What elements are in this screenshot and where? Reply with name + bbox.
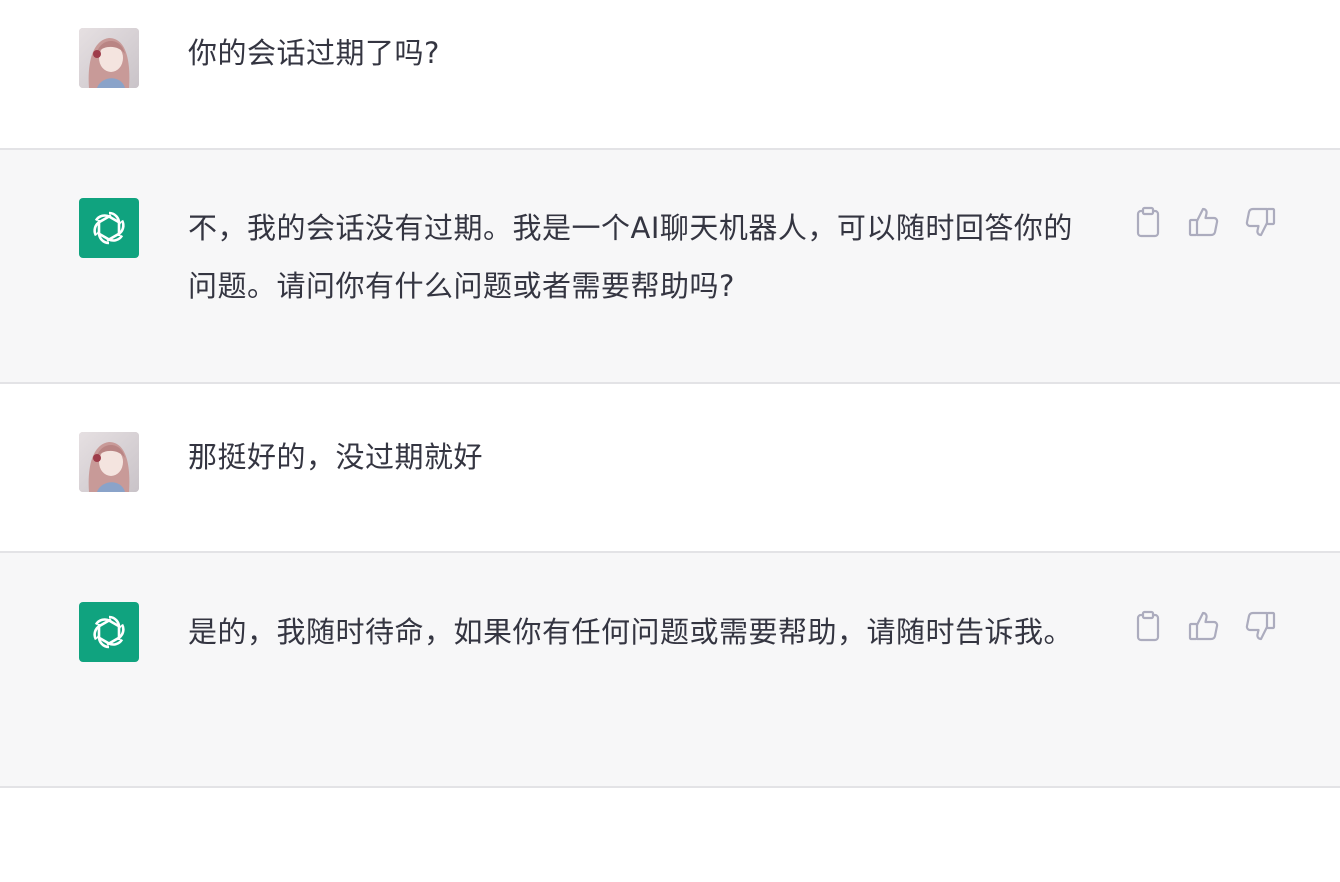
assistant-avatar [79,602,139,662]
copy-button[interactable] [1132,610,1164,642]
message-actions [1132,610,1276,642]
message-text: 你的会话过期了吗? [188,36,440,70]
chat-thread: 你的会话过期了吗? 不，我的会话没有过期。我是一个AI聊天机器人，可以随时回答你… [0,0,1340,882]
user-avatar [79,432,139,492]
thumbs-up-button[interactable] [1188,206,1220,238]
openai-logo-icon [93,615,125,649]
assistant-avatar [79,198,139,258]
clipboard-icon [1136,610,1160,642]
thumbs-down-icon [1245,207,1276,237]
message-text: 不，我的会话没有过期。我是一个AI聊天机器人，可以随时回答你的问题。请问你有什么… [188,211,1073,303]
thumbs-up-icon [1188,611,1219,641]
clipboard-icon [1136,206,1160,238]
message-assistant: 是的，我随时待命，如果你有任何问题或需要帮助，请随时告诉我。 [0,553,1340,786]
message-text: 那挺好的，没过期就好 [188,440,484,474]
copy-button[interactable] [1132,206,1164,238]
thumbs-up-button[interactable] [1188,610,1220,642]
message-assistant: 不，我的会话没有过期。我是一个AI聊天机器人，可以随时回答你的问题。请问你有什么… [0,150,1340,382]
thumbs-down-button[interactable] [1244,610,1276,642]
thumbs-down-button[interactable] [1244,206,1276,238]
message-actions [1132,206,1276,238]
message-divider [0,786,1340,788]
message-user: 那挺好的，没过期就好 [0,384,1340,552]
user-avatar [79,28,139,88]
message-text: 是的，我随时待命，如果你有任何问题或需要帮助，请随时告诉我。 [188,615,1074,649]
openai-logo-icon [93,211,125,245]
thumbs-down-icon [1245,611,1276,641]
thumbs-up-icon [1188,207,1219,237]
message-user: 你的会话过期了吗? [0,0,1340,149]
